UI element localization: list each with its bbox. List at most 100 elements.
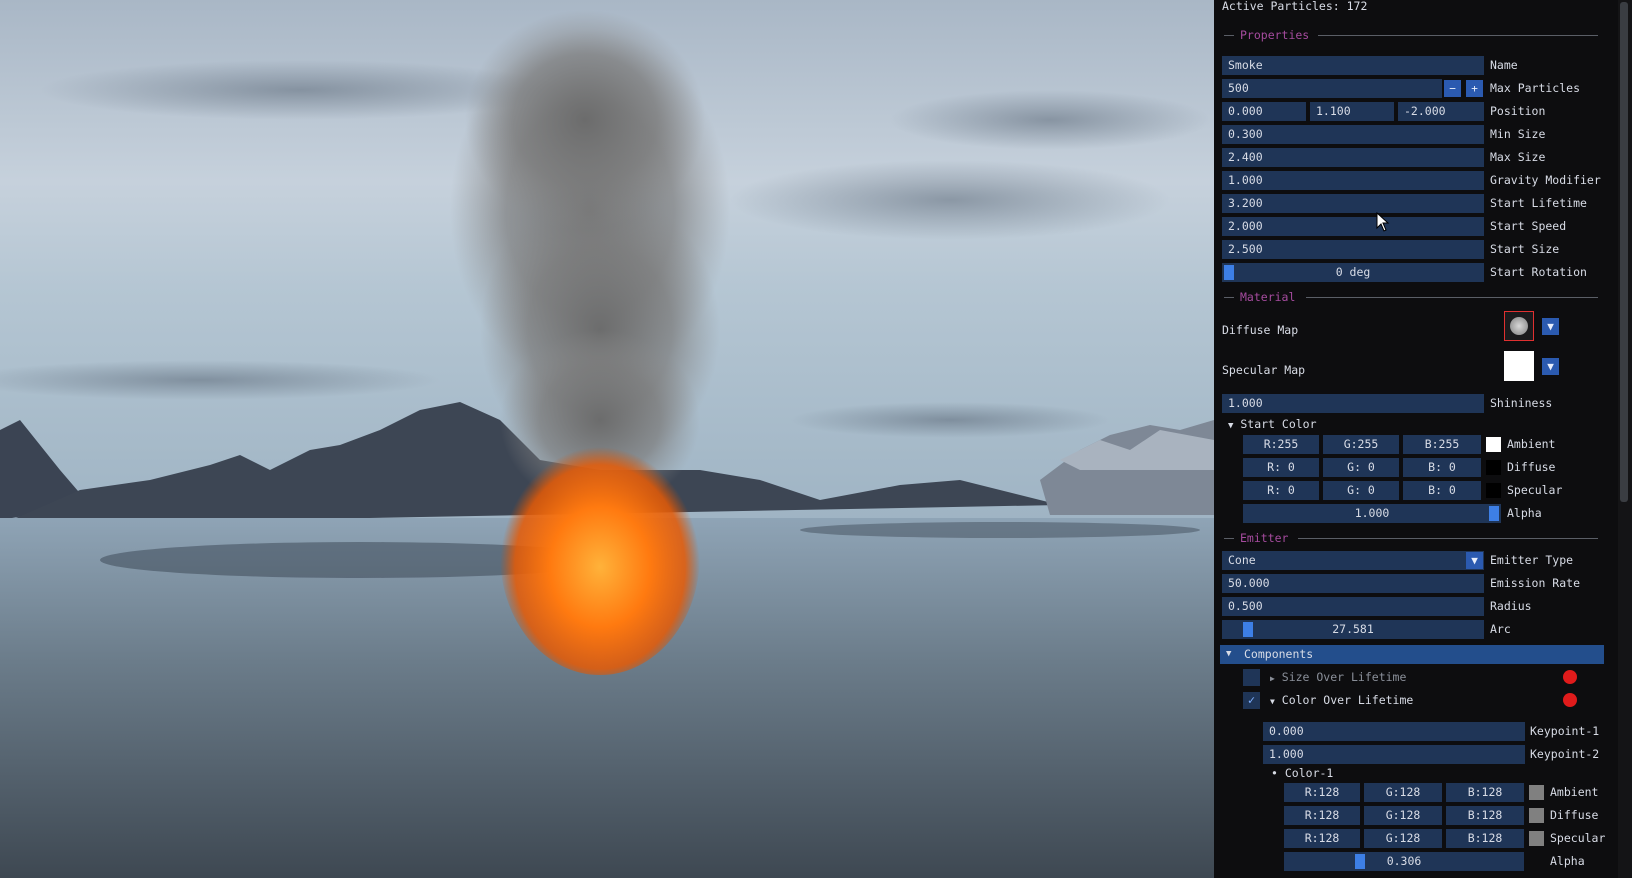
min-size-label: Min Size <box>1490 127 1546 141</box>
radius-label: Radius <box>1490 599 1532 613</box>
start-ambient-label: Ambient <box>1507 437 1556 451</box>
min-size-input[interactable]: 0.300 <box>1222 125 1484 144</box>
start-diffuse-r[interactable]: R: 0 <box>1243 458 1319 477</box>
start-rotation-label: Start Rotation <box>1490 265 1587 279</box>
shininess-input[interactable]: 1.000 <box>1222 394 1484 413</box>
color-1-label: Color-1 <box>1284 766 1334 780</box>
diffuse-map-thumbnail[interactable] <box>1504 311 1534 341</box>
start-ambient-r[interactable]: R:255 <box>1243 435 1319 454</box>
start-alpha-value: 1.000 <box>1354 506 1390 520</box>
max-size-input[interactable]: 2.400 <box>1222 148 1484 167</box>
color-over-lifetime-node[interactable]: ▼ Color Over Lifetime <box>1270 692 1413 709</box>
start-ambient-swatch[interactable] <box>1486 437 1501 452</box>
start-color-tree-node[interactable]: ▼ Start Color <box>1228 416 1317 433</box>
size-over-lifetime-node[interactable]: ▶ Size Over Lifetime <box>1270 669 1406 686</box>
start-ambient-b[interactable]: B:255 <box>1403 435 1481 454</box>
color1-diffuse-swatch[interactable] <box>1529 808 1544 823</box>
mouse-cursor-icon <box>1376 212 1390 232</box>
start-ambient-g[interactable]: G:255 <box>1323 435 1399 454</box>
radius-input[interactable]: 0.500 <box>1222 597 1484 616</box>
emission-rate-input[interactable]: 50.000 <box>1222 574 1484 593</box>
specular-map-label: Specular Map <box>1222 363 1306 377</box>
chevron-down-icon[interactable]: ▼ <box>1466 552 1483 569</box>
color1-diffuse-b[interactable]: B:128 <box>1446 806 1524 825</box>
max-particles-decrement-button[interactable]: − <box>1444 80 1461 97</box>
arc-value: 27.581 <box>1332 622 1374 636</box>
gravity-modifier-label: Gravity Modifier <box>1490 173 1601 187</box>
color1-diffuse-r[interactable]: R:128 <box>1284 806 1360 825</box>
start-lifetime-input[interactable]: 3.200 <box>1222 194 1484 213</box>
components-header-label: Components <box>1244 647 1314 661</box>
tree-open-icon: ▼ <box>1228 421 1234 431</box>
check-icon: ✓ <box>1247 693 1256 707</box>
color1-ambient-b[interactable]: B:128 <box>1446 783 1524 802</box>
color1-alpha-slider[interactable]: 0.306 <box>1284 852 1524 871</box>
start-alpha-slider-grab[interactable] <box>1489 506 1499 521</box>
start-diffuse-b[interactable]: B: 0 <box>1403 458 1481 477</box>
color1-specular-swatch[interactable] <box>1529 831 1544 846</box>
start-diffuse-swatch[interactable] <box>1486 460 1501 475</box>
color1-specular-r[interactable]: R:128 <box>1284 829 1360 848</box>
color1-ambient-r[interactable]: R:128 <box>1284 783 1360 802</box>
particle-inspector-panel: Active Particles: 172 Properties Smoke N… <box>1214 0 1618 878</box>
active-particles-text: Active Particles: 172 <box>1222 0 1368 13</box>
color1-diffuse-g[interactable]: G:128 <box>1364 806 1442 825</box>
size-over-lifetime-checkbox[interactable] <box>1243 669 1260 686</box>
start-rotation-slider[interactable]: 0 deg <box>1222 263 1484 282</box>
start-specular-g[interactable]: G: 0 <box>1323 481 1399 500</box>
position-y-input[interactable]: 1.100 <box>1310 102 1394 121</box>
size-over-lifetime-label: Size Over Lifetime <box>1281 670 1407 684</box>
start-size-label: Start Size <box>1490 242 1560 256</box>
position-z-input[interactable]: -2.000 <box>1398 102 1484 121</box>
max-particles-input[interactable]: 500 <box>1222 79 1442 98</box>
max-particles-label: Max Particles <box>1490 81 1581 95</box>
color1-ambient-swatch[interactable] <box>1529 785 1544 800</box>
emission-rate-label: Emission Rate <box>1490 576 1581 590</box>
components-header[interactable]: ▼ Components <box>1220 645 1604 664</box>
remove-size-over-lifetime-icon[interactable] <box>1563 670 1577 684</box>
scene-render <box>0 0 1214 878</box>
color1-alpha-label: Alpha <box>1550 854 1585 868</box>
diffuse-map-image <box>1510 317 1528 335</box>
start-alpha-label: Alpha <box>1507 506 1542 520</box>
start-diffuse-g[interactable]: G: 0 <box>1323 458 1399 477</box>
color1-alpha-slider-grab[interactable] <box>1355 854 1366 869</box>
color1-specular-g[interactable]: G:128 <box>1364 829 1442 848</box>
color-1-node[interactable]: • Color-1 <box>1271 765 1333 782</box>
specular-map-thumbnail[interactable] <box>1504 351 1534 381</box>
scene-viewport[interactable] <box>0 0 1214 878</box>
diffuse-map-dropdown-button[interactable]: ▼ <box>1542 318 1559 335</box>
emitter-type-select[interactable]: Cone ▼ <box>1222 551 1484 570</box>
start-alpha-slider[interactable]: 1.000 <box>1243 504 1501 523</box>
start-specular-b[interactable]: B: 0 <box>1403 481 1481 500</box>
keypoint-1-input[interactable]: 0.000 <box>1263 722 1525 741</box>
color1-specular-b[interactable]: B:128 <box>1446 829 1524 848</box>
keypoint-1-label: Keypoint-1 <box>1530 724 1600 738</box>
remove-color-over-lifetime-icon[interactable] <box>1563 693 1577 707</box>
max-particles-increment-button[interactable]: + <box>1466 80 1483 97</box>
specular-map-dropdown-button[interactable]: ▼ <box>1542 358 1559 375</box>
start-rotation-slider-grab[interactable] <box>1224 265 1234 280</box>
keypoint-2-input[interactable]: 1.000 <box>1263 745 1525 764</box>
color1-ambient-label: Ambient <box>1550 785 1599 799</box>
section-emitter: Emitter <box>1214 530 1604 546</box>
start-specular-swatch[interactable] <box>1486 483 1501 498</box>
color-over-lifetime-label: Color Over Lifetime <box>1281 693 1414 707</box>
start-specular-r[interactable]: R: 0 <box>1243 481 1319 500</box>
max-size-label: Max Size <box>1490 150 1546 164</box>
arc-slider[interactable]: 27.581 <box>1222 620 1484 639</box>
shininess-label: Shininess <box>1490 396 1553 410</box>
bullet-icon: • <box>1271 766 1278 780</box>
arc-slider-grab[interactable] <box>1243 622 1254 637</box>
tree-closed-icon: ▶ <box>1270 674 1275 683</box>
start-speed-input[interactable]: 2.000 <box>1222 217 1484 236</box>
start-size-input[interactable]: 2.500 <box>1222 240 1484 259</box>
position-x-input[interactable]: 0.000 <box>1222 102 1306 121</box>
gravity-modifier-input[interactable]: 1.000 <box>1222 171 1484 190</box>
position-label: Position <box>1490 104 1546 118</box>
panel-scrollbar-thumb[interactable] <box>1620 2 1628 502</box>
color-over-lifetime-checkbox[interactable]: ✓ <box>1243 692 1260 709</box>
name-input[interactable]: Smoke <box>1222 56 1484 75</box>
color1-diffuse-label: Diffuse <box>1550 808 1599 822</box>
color1-ambient-g[interactable]: G:128 <box>1364 783 1442 802</box>
